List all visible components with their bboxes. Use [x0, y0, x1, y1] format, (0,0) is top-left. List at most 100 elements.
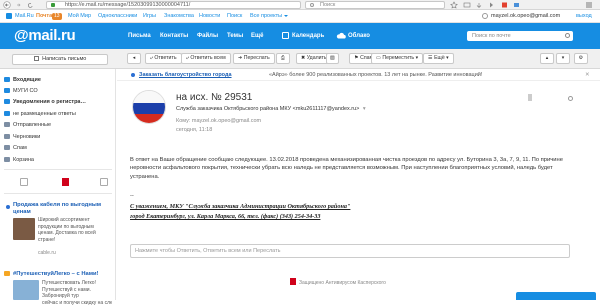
archive-button[interactable]: ▧ — [326, 53, 339, 64]
lock-icon — [51, 3, 55, 7]
nav-letters[interactable]: Письма — [128, 31, 151, 41]
portal-link-search[interactable]: Поиск — [227, 10, 242, 23]
kaspersky-notice: Защищено Антивирусом Касперского — [290, 278, 386, 286]
portal-link-dating[interactable]: Знакомства — [164, 10, 194, 23]
message-sender[interactable]: Служба заказчика Октябрьского района МКУ… — [176, 106, 366, 112]
sidebar-item-label: Корзина — [13, 157, 34, 163]
portal-nav: Mail.Ru Почта 13 Мой Мир Одноклассники И… — [0, 10, 600, 23]
printer-icon: ⎙ — [280, 55, 286, 61]
inbox-icon — [4, 77, 10, 83]
portal-link-mymir[interactable]: Мой Мир — [68, 10, 91, 23]
forward-label: Переслать — [243, 55, 270, 61]
prev-message-button[interactable]: ▴ — [540, 53, 554, 64]
forward-button[interactable]: ➜ Переслать — [233, 53, 275, 64]
portal-link-mailru[interactable]: Mail.Ru — [15, 10, 34, 23]
user-email[interactable]: mayzel.ok.opeo@gmail.com — [491, 10, 560, 23]
sidebar-divider — [4, 169, 112, 170]
browser-nav-icons[interactable] — [3, 1, 43, 9]
compose-button[interactable]: Написать письмо — [12, 54, 108, 65]
next-message-button[interactable]: ▾ — [556, 53, 570, 64]
chevron-down-icon — [284, 15, 288, 17]
more-button[interactable]: ☰ Ещё ▾ — [423, 53, 454, 64]
nav-more[interactable]: Ещё — [251, 31, 263, 41]
sidebar-item-notifications[interactable]: Уведомления о регистра… — [4, 98, 86, 106]
sidebar-item-drafts[interactable]: Черновики — [4, 133, 40, 141]
cloud-icon — [336, 32, 346, 39]
sidebar-ad-title[interactable]: Продажа кабеля по выгодным ценам — [13, 202, 112, 216]
move-label: Переместить — [382, 55, 415, 61]
cable-ad-image[interactable] — [13, 218, 35, 240]
settings-button[interactable]: ⚙ — [574, 53, 588, 64]
signature-line-1: С уважением, МКУ "Служба заказчика Админ… — [130, 203, 351, 210]
chevron-down-icon: ▾ — [414, 55, 419, 61]
mail-search-input[interactable]: Поиск по почте — [467, 31, 573, 41]
sidebar-tool-icon[interactable] — [100, 178, 108, 186]
nav-contacts[interactable]: Контакты — [160, 31, 188, 41]
sidebar-item-unposted[interactable]: не размещенные ответы — [4, 110, 76, 118]
chevron-down-icon[interactable]: ▾ — [363, 106, 366, 112]
sidebar-item-label: не размещенные ответы — [13, 111, 76, 117]
pencil-icon — [33, 56, 39, 61]
nav-cloud[interactable]: Облако — [348, 31, 370, 41]
folder-icon — [4, 111, 10, 117]
bookmark-icon[interactable] — [528, 94, 532, 101]
sidebar-ad-text: Путешествовать Легко! Путешествуй с нами… — [42, 280, 96, 299]
mail-header: @mail.ru Письма Контакты Файлы Темы Ещё … — [0, 23, 600, 49]
bookmark-icon[interactable] — [62, 178, 69, 186]
reply-all-label: Ответить всем — [190, 55, 226, 61]
sidebar-item-trash[interactable]: Корзина — [4, 156, 34, 164]
reply-button[interactable]: ⤶ Ответить — [145, 53, 182, 64]
sent-icon — [4, 122, 10, 128]
mini-chat-tab[interactable] — [516, 292, 596, 300]
nav-themes[interactable]: Темы — [227, 31, 243, 41]
sidebar-ad-text: сейчас и получи скидку на следующую поез… — [42, 300, 112, 306]
sidebar-item-spam[interactable]: Спам — [4, 144, 27, 152]
sidebar-item-inbox[interactable]: Входящие — [4, 76, 41, 84]
sender-avatar — [132, 90, 166, 124]
sender-text: Служба заказчика Октябрьского района МКУ… — [176, 106, 360, 112]
message-recipient: Кому: mayzel.ok.opeo@gmail.com — [176, 118, 262, 124]
reply-all-button[interactable]: ⤶ Ответить всем — [181, 53, 231, 64]
portal-link-news[interactable]: Новости — [199, 10, 220, 23]
ad-strip-link[interactable]: Заказать благоустройство города — [139, 70, 232, 80]
portal-link-ok[interactable]: Одноклассники — [98, 10, 137, 23]
unread-toggle-icon[interactable] — [568, 96, 573, 101]
sidebar-tool-icon[interactable] — [20, 178, 28, 186]
portal-home-icon[interactable] — [6, 13, 12, 19]
browser-action-icons[interactable] — [450, 1, 596, 9]
nav-calendar[interactable]: Календарь — [292, 31, 324, 41]
search-icon — [565, 33, 570, 38]
nav-files[interactable]: Файлы — [197, 31, 218, 41]
portal-link-mail[interactable]: Почта — [36, 10, 52, 23]
move-button[interactable]: ▭ Переместить ▾ — [371, 53, 424, 64]
sidebar-ad-title[interactable]: #ПутешествуйЛегко – с Нами! — [13, 271, 112, 277]
logout-link[interactable]: выход — [576, 10, 592, 23]
address-bar[interactable]: https://e.mail.ru/message/15203099130000… — [46, 1, 301, 9]
message-subject: на исх. № 29531 — [176, 92, 253, 103]
message-date: сегодня, 11:18 — [176, 127, 213, 133]
browser-search-placeholder: Поиск — [320, 2, 336, 8]
print-button[interactable]: ⎙ — [276, 53, 290, 64]
search-icon — [310, 3, 314, 7]
ad-marker-icon — [131, 73, 135, 77]
portal-link-games[interactable]: Игры — [143, 10, 156, 23]
travel-ad-image[interactable] — [13, 280, 39, 300]
sidebar-item-mugi[interactable]: МУГИ СО — [4, 87, 38, 95]
back-button[interactable]: ◂ — [127, 53, 141, 64]
ad-marker-icon — [4, 271, 10, 276]
close-icon[interactable]: ✕ — [585, 70, 590, 80]
message-body: В ответ на Ваше обращение сообщаю следую… — [130, 157, 563, 180]
mailru-logo[interactable]: @mail.ru — [14, 27, 76, 45]
sidebar-item-label: Спам — [13, 145, 27, 151]
sidebar: Входящие МУГИ СО Уведомления о регистра…… — [0, 69, 116, 306]
sidebar-ad-domain[interactable]: cable.ru — [38, 250, 56, 256]
ad-strip: Заказать благоустройство города «Айрэ» б… — [117, 70, 600, 81]
browser-search-input[interactable]: Поиск — [305, 1, 445, 9]
arrow-down-icon: ▾ — [561, 55, 565, 61]
sidebar-item-label: Черновики — [13, 134, 41, 140]
portal-link-all-projects[interactable]: Все проекты — [250, 10, 282, 23]
trash-icon — [4, 157, 10, 163]
sidebar-item-sent[interactable]: Отправленные — [4, 121, 51, 129]
sidebar-item-label: Отправленные — [13, 122, 52, 128]
quick-reply-field[interactable]: Нажмите чтобы Ответить, Ответить всем ил… — [130, 244, 570, 258]
